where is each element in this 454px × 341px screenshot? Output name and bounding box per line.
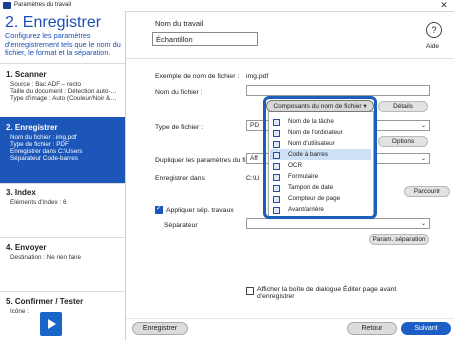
nav-step-enregistrer[interactable]: 2. Enregistrer Nom du fichier : img.pdf …: [0, 117, 125, 183]
show-dialog-checkbox[interactable]: [246, 287, 254, 295]
save-in-value: C:\U: [246, 175, 260, 182]
browse-button[interactable]: Parcourir: [404, 186, 450, 197]
separator-select[interactable]: ⌄: [246, 218, 430, 229]
header-divider: [126, 58, 454, 59]
nav-step-detail: Séparateur Code-barres: [10, 155, 78, 162]
job-name-input[interactable]: Échantillon: [152, 32, 258, 46]
highlight-frame: [263, 96, 377, 219]
job-name-label: Nom du travail: [155, 19, 204, 28]
play-icon: [48, 319, 56, 329]
nav-step-title: 3. Index: [6, 188, 36, 197]
step-description: Configurez les paramètres d'enregistreme…: [5, 31, 125, 58]
nav-step-detail: Icône :: [10, 308, 29, 315]
nav-step-title: 2. Enregistrer: [6, 123, 58, 132]
next-button[interactable]: Suivant: [401, 322, 451, 335]
close-icon[interactable]: ✕: [436, 0, 452, 11]
nav-step-envoyer[interactable]: 4. Envoyer Destination : Ne rien faire: [0, 237, 125, 290]
back-button[interactable]: Retour: [347, 322, 397, 335]
footer-divider: [126, 318, 454, 319]
options-button[interactable]: Options: [378, 136, 428, 147]
step-desc-line: fichier, le format et la séparation.: [5, 48, 111, 57]
separator-label: Séparateur: [164, 222, 198, 229]
chevron-down-icon: ⌄: [420, 221, 426, 227]
chevron-down-icon: ⌄: [420, 123, 426, 129]
details-button[interactable]: Détails: [378, 101, 428, 112]
window-title: Paramètres du travail: [14, 2, 72, 8]
step-title: 2. Enregistrer: [5, 14, 102, 31]
chevron-down-icon: ⌄: [420, 156, 426, 162]
example-value: img.pdf: [246, 73, 269, 80]
checkmark-icon: ✓: [156, 205, 162, 212]
save-in-label: Enregistrer dans: [155, 175, 205, 182]
show-dialog-line: Afficher la boîte de dialogue Éditer pag…: [257, 286, 397, 293]
separation-params-button[interactable]: Param. séparation: [369, 234, 429, 245]
nav-step-title: 5. Confirmer / Tester: [6, 297, 84, 306]
help-icon[interactable]: ?: [426, 22, 442, 38]
filetype-label: Type de fichier :: [155, 124, 203, 131]
filename-label: Nom du fichier :: [155, 89, 203, 96]
help-label[interactable]: Aide: [426, 43, 439, 50]
filename-input[interactable]: [246, 85, 430, 96]
duplicate-label: Dupliquer les paramètres du fi: [155, 157, 246, 164]
nav-step-detail: Destination : Ne rien faire: [10, 254, 82, 261]
apply-separation-label: Appliquer sép. travaux: [166, 207, 234, 214]
show-dialog-label: Afficher la boîte de dialogue Éditer pag…: [257, 286, 396, 300]
filetype-value: PD: [250, 122, 260, 129]
nav-step-detail: Type d'image : Auto (Couleur/Noir &…: [10, 95, 117, 102]
app-icon: [3, 2, 11, 9]
nav-step-scanner[interactable]: 1. Scanner Source : Bac ADF – recto Tail…: [0, 63, 125, 114]
nav-step-detail: Éléments d'index : 6: [10, 199, 67, 206]
nav-step-title: 4. Envoyer: [6, 243, 47, 252]
nav-step-index[interactable]: 3. Index Éléments d'index : 6: [0, 183, 125, 236]
example-label: Exemple de nom de fichier :: [155, 73, 240, 80]
save-button[interactable]: Enregistrer: [132, 322, 188, 335]
nav-step-title: 1. Scanner: [6, 70, 47, 79]
show-dialog-line: d'enregistrer: [257, 293, 295, 300]
nav-step-confirmer[interactable]: 5. Confirmer / Tester Icône :: [0, 291, 125, 341]
duplicate-value: Aff: [250, 155, 258, 162]
